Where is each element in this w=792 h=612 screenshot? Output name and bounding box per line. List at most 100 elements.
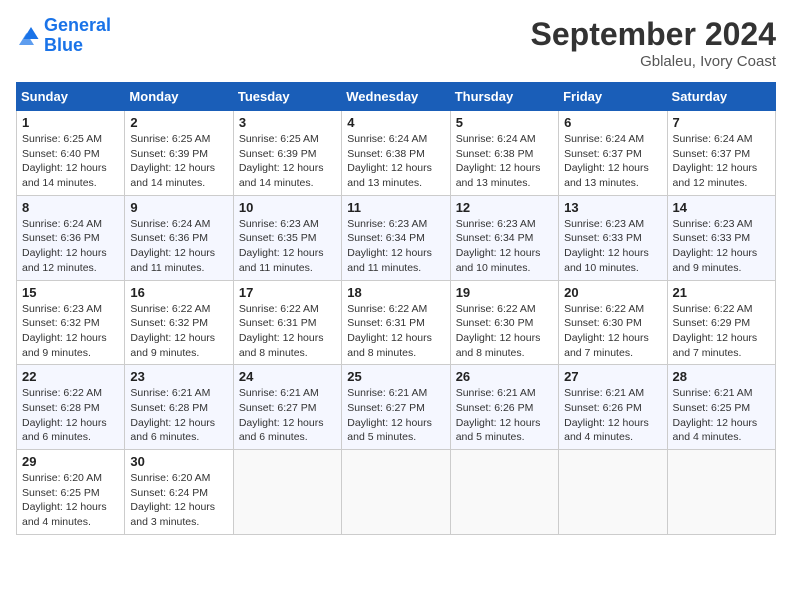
day-info: Sunrise: 6:21 AMSunset: 6:27 PMDaylight:… xyxy=(347,386,444,445)
calendar-cell: 19 Sunrise: 6:22 AMSunset: 6:30 PMDayligh… xyxy=(450,280,558,365)
day-info: Sunrise: 6:24 AMSunset: 6:38 PMDaylight:… xyxy=(456,132,553,191)
calendar-cell: 27 Sunrise: 6:21 AMSunset: 6:26 PMDayligh… xyxy=(559,365,667,450)
calendar-cell: 18 Sunrise: 6:22 AMSunset: 6:31 PMDayligh… xyxy=(342,280,450,365)
day-number: 26 xyxy=(456,369,553,384)
day-number: 19 xyxy=(456,285,553,300)
day-info: Sunrise: 6:24 AMSunset: 6:37 PMDaylight:… xyxy=(564,132,661,191)
day-number: 20 xyxy=(564,285,661,300)
day-number: 27 xyxy=(564,369,661,384)
day-info: Sunrise: 6:21 AMSunset: 6:27 PMDaylight:… xyxy=(239,386,336,445)
calendar-cell: 12Sunrise: 6:23 AMSunset: 6:34 PMDayligh… xyxy=(450,195,558,280)
day-info: Sunrise: 6:23 AMSunset: 6:33 PMDaylight:… xyxy=(564,217,661,276)
title-block: September 2024 Gblaleu, Ivory Coast xyxy=(531,16,776,70)
day-info: Sunrise: 6:24 AMSunset: 6:37 PMDaylight:… xyxy=(673,132,770,191)
day-info: Sunrise: 6:21 AMSunset: 6:28 PMDaylight:… xyxy=(130,386,227,445)
day-number: 2 xyxy=(130,115,227,130)
day-number: 29 xyxy=(22,454,119,469)
calendar-cell: 13 Sunrise: 6:23 AMSunset: 6:33 PMDayligh… xyxy=(559,195,667,280)
calendar-cell: 20 Sunrise: 6:22 AMSunset: 6:30 PMDayligh… xyxy=(559,280,667,365)
day-number: 15 xyxy=(22,285,119,300)
day-info: Sunrise: 6:23 AMSunset: 6:34 PMDaylight:… xyxy=(347,217,444,276)
calendar-cell: 11Sunrise: 6:23 AMSunset: 6:34 PMDayligh… xyxy=(342,195,450,280)
calendar-cell: 17 Sunrise: 6:22 AMSunset: 6:31 PMDayligh… xyxy=(233,280,341,365)
calendar-cell: 5 Sunrise: 6:24 AMSunset: 6:38 PMDaylight… xyxy=(450,111,558,196)
calendar-cell: 2 Sunrise: 6:25 AMSunset: 6:39 PMDaylight… xyxy=(125,111,233,196)
calendar-cell: 1Sunrise: 6:25 AMSunset: 6:40 PMDaylight… xyxy=(17,111,125,196)
header-tuesday: Tuesday xyxy=(233,83,341,111)
logo-icon xyxy=(16,24,40,48)
day-number: 7 xyxy=(673,115,770,130)
calendar-cell: 6 Sunrise: 6:24 AMSunset: 6:37 PMDaylight… xyxy=(559,111,667,196)
location: Gblaleu, Ivory Coast xyxy=(531,53,776,70)
day-number: 4 xyxy=(347,115,444,130)
day-number: 6 xyxy=(564,115,661,130)
calendar-cell: 30 Sunrise: 6:20 AMSunset: 6:24 PMDayligh… xyxy=(125,450,233,535)
calendar-cell xyxy=(342,450,450,535)
day-number: 8 xyxy=(22,200,119,215)
day-info: Sunrise: 6:23 AMSunset: 6:33 PMDaylight:… xyxy=(673,217,770,276)
day-number: 14 xyxy=(673,200,770,215)
calendar-cell: 9Sunrise: 6:24 AMSunset: 6:36 PMDaylight… xyxy=(125,195,233,280)
day-info: Sunrise: 6:25 AMSunset: 6:39 PMDaylight:… xyxy=(239,132,336,191)
day-info: Sunrise: 6:20 AMSunset: 6:24 PMDaylight:… xyxy=(130,471,227,530)
calendar-cell: 14 Sunrise: 6:23 AMSunset: 6:33 PMDayligh… xyxy=(667,195,775,280)
calendar-cell xyxy=(559,450,667,535)
day-info: Sunrise: 6:25 AMSunset: 6:39 PMDaylight:… xyxy=(130,132,227,191)
day-info: Sunrise: 6:22 AMSunset: 6:32 PMDaylight:… xyxy=(130,302,227,361)
day-number: 24 xyxy=(239,369,336,384)
day-number: 13 xyxy=(564,200,661,215)
day-number: 5 xyxy=(456,115,553,130)
logo-line1: General xyxy=(44,15,111,35)
calendar-cell: 29 Sunrise: 6:20 AMSunset: 6:25 PMDayligh… xyxy=(17,450,125,535)
calendar-table: SundayMondayTuesdayWednesdayThursdayFrid… xyxy=(16,82,776,535)
day-info: Sunrise: 6:22 AMSunset: 6:31 PMDaylight:… xyxy=(239,302,336,361)
calendar-cell: 28Sunrise: 6:21 AMSunset: 6:25 PMDayligh… xyxy=(667,365,775,450)
day-info: Sunrise: 6:21 AMSunset: 6:26 PMDaylight:… xyxy=(456,386,553,445)
day-number: 16 xyxy=(130,285,227,300)
day-info: Sunrise: 6:24 AMSunset: 6:36 PMDaylight:… xyxy=(22,217,119,276)
calendar-cell: 23 Sunrise: 6:21 AMSunset: 6:28 PMDayligh… xyxy=(125,365,233,450)
day-number: 23 xyxy=(130,369,227,384)
calendar-cell xyxy=(450,450,558,535)
calendar-header-row: SundayMondayTuesdayWednesdayThursdayFrid… xyxy=(17,83,776,111)
day-info: Sunrise: 6:22 AMSunset: 6:31 PMDaylight:… xyxy=(347,302,444,361)
day-info: Sunrise: 6:21 AMSunset: 6:26 PMDaylight:… xyxy=(564,386,661,445)
header-saturday: Saturday xyxy=(667,83,775,111)
calendar-cell: 15 Sunrise: 6:23 AMSunset: 6:32 PMDayligh… xyxy=(17,280,125,365)
page-header: General Blue September 2024 Gblaleu, Ivo… xyxy=(16,16,776,70)
logo-line2: Blue xyxy=(44,35,83,55)
day-info: Sunrise: 6:25 AMSunset: 6:40 PMDaylight:… xyxy=(22,132,119,191)
day-number: 22 xyxy=(22,369,119,384)
day-number: 30 xyxy=(130,454,227,469)
day-info: Sunrise: 6:22 AMSunset: 6:30 PMDaylight:… xyxy=(564,302,661,361)
calendar-week-1: 1Sunrise: 6:25 AMSunset: 6:40 PMDaylight… xyxy=(17,111,776,196)
header-wednesday: Wednesday xyxy=(342,83,450,111)
calendar-cell: 21Sunrise: 6:22 AMSunset: 6:29 PMDayligh… xyxy=(667,280,775,365)
calendar-week-3: 15 Sunrise: 6:23 AMSunset: 6:32 PMDayligh… xyxy=(17,280,776,365)
calendar-cell: 22Sunrise: 6:22 AMSunset: 6:28 PMDayligh… xyxy=(17,365,125,450)
calendar-cell: 4Sunrise: 6:24 AMSunset: 6:38 PMDaylight… xyxy=(342,111,450,196)
day-number: 17 xyxy=(239,285,336,300)
calendar-cell: 16 Sunrise: 6:22 AMSunset: 6:32 PMDayligh… xyxy=(125,280,233,365)
day-number: 21 xyxy=(673,285,770,300)
day-info: Sunrise: 6:23 AMSunset: 6:35 PMDaylight:… xyxy=(239,217,336,276)
header-sunday: Sunday xyxy=(17,83,125,111)
calendar-week-5: 29 Sunrise: 6:20 AMSunset: 6:25 PMDayligh… xyxy=(17,450,776,535)
day-number: 25 xyxy=(347,369,444,384)
logo: General Blue xyxy=(16,16,111,56)
day-number: 10 xyxy=(239,200,336,215)
calendar-cell: 3 Sunrise: 6:25 AMSunset: 6:39 PMDaylight… xyxy=(233,111,341,196)
calendar-cell: 26 Sunrise: 6:21 AMSunset: 6:26 PMDayligh… xyxy=(450,365,558,450)
day-number: 28 xyxy=(673,369,770,384)
calendar-cell: 24 Sunrise: 6:21 AMSunset: 6:27 PMDayligh… xyxy=(233,365,341,450)
day-info: Sunrise: 6:20 AMSunset: 6:25 PMDaylight:… xyxy=(22,471,119,530)
day-number: 3 xyxy=(239,115,336,130)
day-number: 18 xyxy=(347,285,444,300)
day-info: Sunrise: 6:22 AMSunset: 6:30 PMDaylight:… xyxy=(456,302,553,361)
day-info: Sunrise: 6:23 AMSunset: 6:34 PMDaylight:… xyxy=(456,217,553,276)
calendar-week-4: 22Sunrise: 6:22 AMSunset: 6:28 PMDayligh… xyxy=(17,365,776,450)
header-thursday: Thursday xyxy=(450,83,558,111)
day-info: Sunrise: 6:23 AMSunset: 6:32 PMDaylight:… xyxy=(22,302,119,361)
calendar-cell: 8 Sunrise: 6:24 AMSunset: 6:36 PMDaylight… xyxy=(17,195,125,280)
calendar-cell: 7 Sunrise: 6:24 AMSunset: 6:37 PMDaylight… xyxy=(667,111,775,196)
